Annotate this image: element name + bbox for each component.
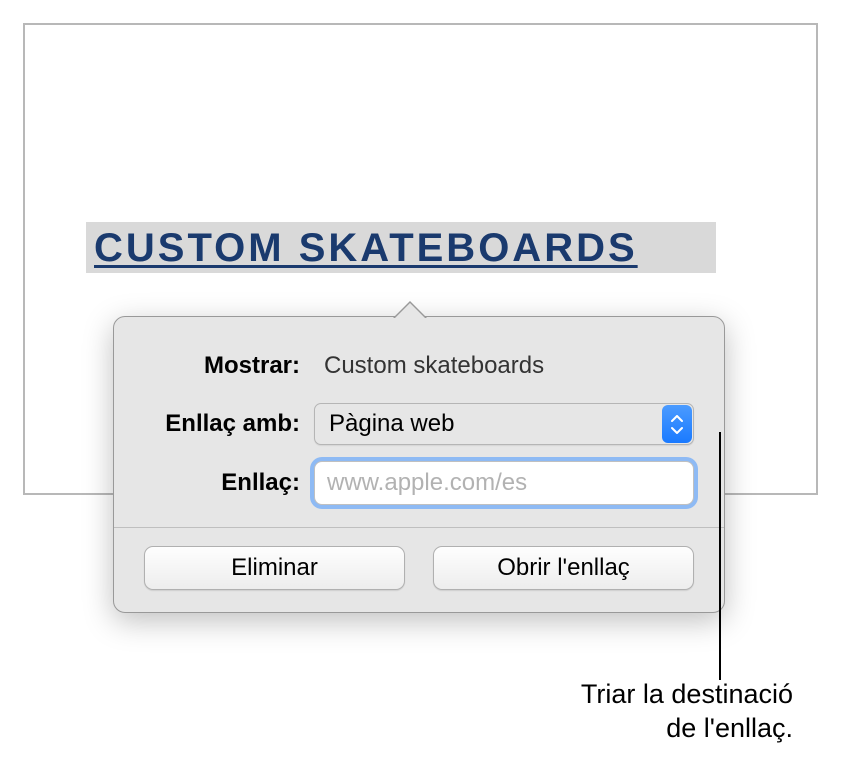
popover-arrow (394, 303, 426, 319)
popover-footer: Eliminar Obrir l'enllaç (114, 527, 724, 612)
callout-text: Triar la destinació de l'enllaç. (581, 678, 793, 746)
remove-button[interactable]: Eliminar (144, 546, 405, 590)
display-row: Mostrar: (144, 345, 694, 387)
open-link-button[interactable]: Obrir l'enllaç (433, 546, 694, 590)
linkto-label: Enllaç amb: (144, 410, 314, 438)
display-label: Mostrar: (144, 352, 314, 380)
url-input[interactable] (314, 461, 694, 505)
link-editor-popover: Mostrar: Enllaç amb: Pàgina web (113, 316, 725, 613)
display-input[interactable] (314, 345, 694, 387)
linkto-selected-value: Pàgina web (329, 410, 454, 438)
url-label: Enllaç: (144, 469, 314, 497)
hyperlink-text-content: CUSTOM SKATEBOARDS (94, 226, 638, 270)
url-row: Enllaç: (144, 461, 694, 505)
selected-hyperlink-text[interactable]: CUSTOM SKATEBOARDS (86, 222, 716, 273)
popover-body: Mostrar: Enllaç amb: Pàgina web (114, 317, 724, 527)
linkto-row: Enllaç amb: Pàgina web (144, 403, 694, 445)
select-stepper-icon (662, 405, 692, 443)
linkto-select[interactable]: Pàgina web (314, 403, 694, 445)
